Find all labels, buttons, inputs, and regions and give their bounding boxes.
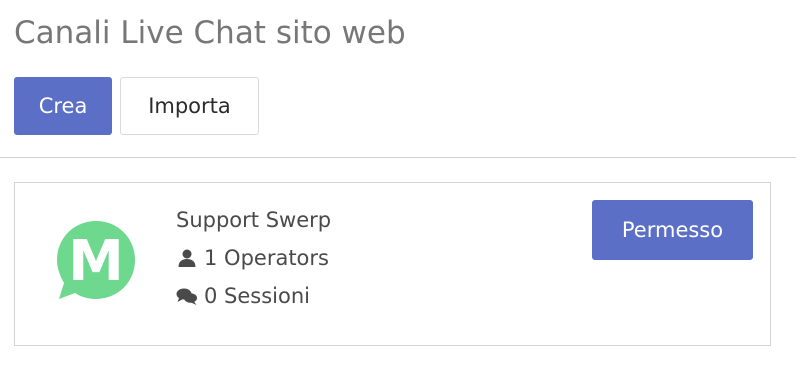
permission-button[interactable]: Permesso xyxy=(592,200,753,260)
channel-avatar: M xyxy=(55,219,137,301)
create-button[interactable]: Crea xyxy=(14,77,112,135)
avatar-letter: M xyxy=(68,229,124,294)
channel-info: Support Swerp 1 Operators 0 Sessioni xyxy=(176,201,331,315)
sessions-count: 0 Sessioni xyxy=(204,284,310,308)
operators-count: 1 Operators xyxy=(204,246,329,270)
channel-name-line: Support Swerp xyxy=(176,201,331,239)
channel-name: Support Swerp xyxy=(176,208,332,232)
comments-icon xyxy=(176,285,198,307)
sessions-line: 0 Sessioni xyxy=(176,277,331,315)
operators-line: 1 Operators xyxy=(176,239,331,277)
user-icon xyxy=(176,247,198,269)
toolbar: Crea Importa xyxy=(14,77,259,135)
channel-card: M Support Swerp 1 Operators 0 Sessioni P… xyxy=(14,182,771,346)
page-title: Canali Live Chat sito web xyxy=(14,15,406,51)
divider xyxy=(0,157,796,158)
import-button[interactable]: Importa xyxy=(120,77,259,135)
